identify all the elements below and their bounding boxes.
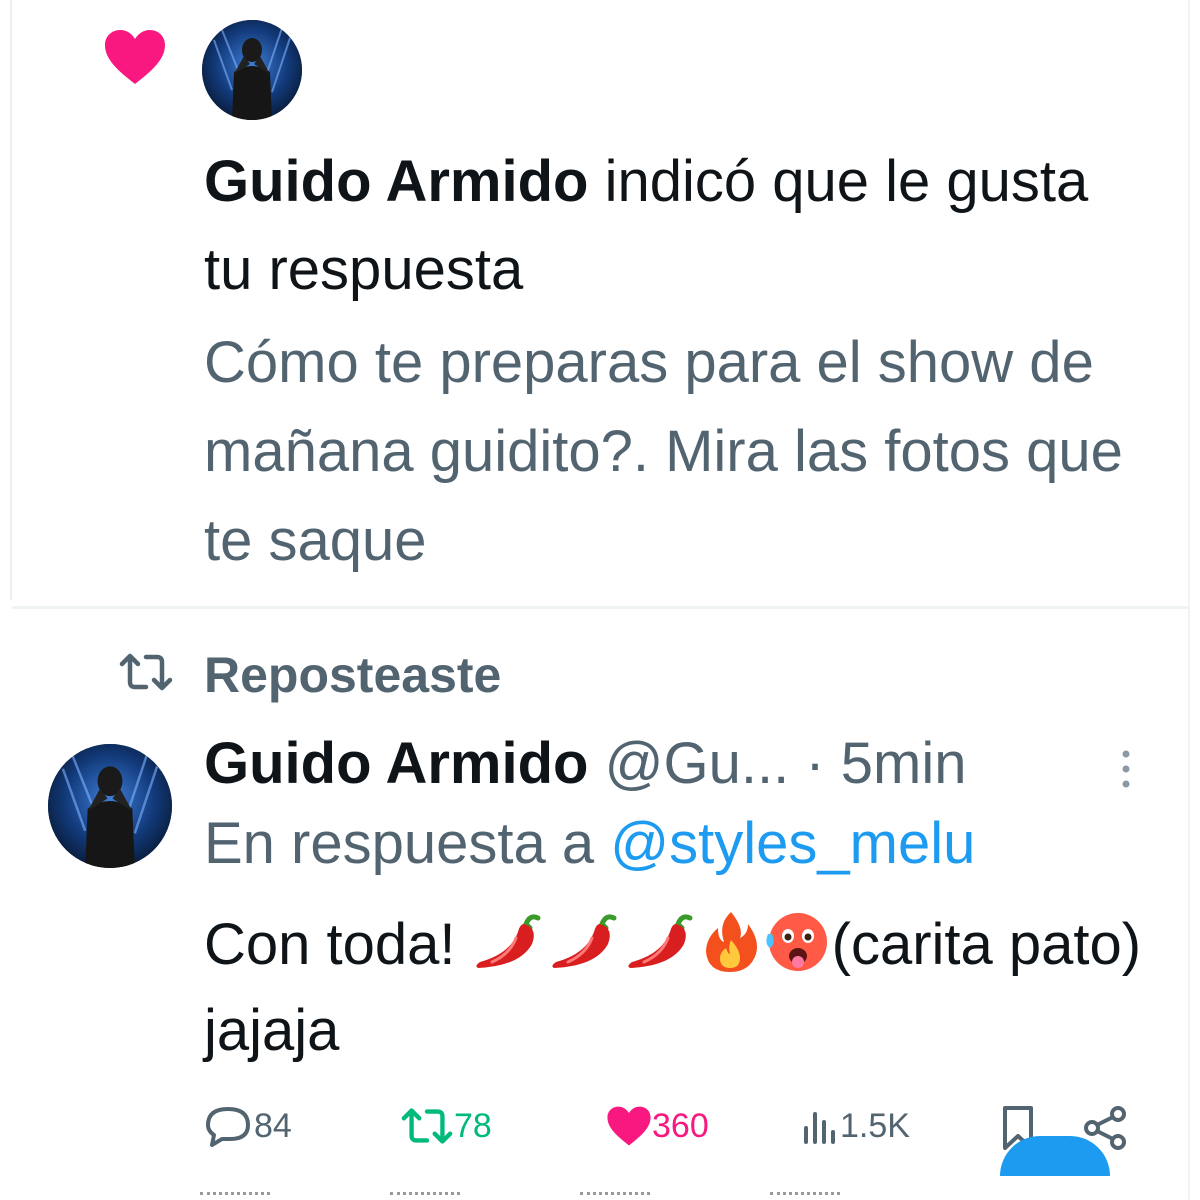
post-text: Con toda! (carita pato) jajaja (204, 902, 1164, 1074)
heart-icon (607, 1106, 651, 1146)
author-handle[interactable]: @Gu... (605, 731, 790, 796)
repost-button[interactable]: 78 (400, 1098, 492, 1154)
actor-name[interactable]: Guido Armido (204, 149, 588, 214)
more-icon[interactable] (1116, 744, 1136, 794)
repost-count: 78 (454, 1106, 492, 1145)
quoted-reply[interactable]: Cómo te preparas para el show de mañana … (204, 318, 1144, 585)
avatar[interactable] (48, 744, 172, 868)
post-header: Guido Armido @Gu... · 5min (204, 728, 966, 800)
repost-icon (401, 1108, 453, 1144)
views-button[interactable]: 1.5K (800, 1098, 910, 1154)
post-text-start: Con toda! (204, 912, 472, 977)
hot-pepper-icon (476, 914, 541, 968)
like-count: 360 (652, 1106, 709, 1145)
avatar[interactable] (202, 20, 302, 120)
views-count: 1.5K (840, 1106, 910, 1145)
reply-prefix: En respuesta a (204, 811, 611, 876)
hot-pepper-icon (552, 914, 617, 968)
fire-icon (705, 912, 757, 972)
divider (12, 606, 1188, 609)
reply-icon (206, 1107, 250, 1147)
notification-screen: Guido Armido indicó que le gusta tu resp… (0, 0, 1200, 1200)
hot-pepper-icon (628, 914, 693, 968)
right-border (1188, 0, 1190, 1200)
reply-button[interactable]: 84 (204, 1098, 292, 1154)
next-item-peek (200, 1190, 1120, 1200)
post-time[interactable]: 5min (841, 731, 967, 796)
reply-count: 84 (254, 1106, 292, 1145)
share-icon[interactable] (1082, 1100, 1128, 1156)
like-button[interactable]: 360 (606, 1098, 709, 1154)
notification-text: Guido Armido indicó que le gusta tu resp… (204, 138, 1144, 314)
left-border (10, 0, 12, 600)
reply-to-handle[interactable]: @styles_melu (610, 811, 975, 876)
repost-label: Reposteaste (204, 647, 502, 703)
meta-separator: · (789, 731, 841, 796)
views-icon (804, 1112, 835, 1144)
repost-icon (119, 653, 173, 691)
hot-face-icon (766, 913, 827, 971)
heart-icon (105, 30, 165, 84)
reply-context: En respuesta a @styles_melu (204, 808, 975, 880)
author-name[interactable]: Guido Armido (204, 731, 588, 796)
